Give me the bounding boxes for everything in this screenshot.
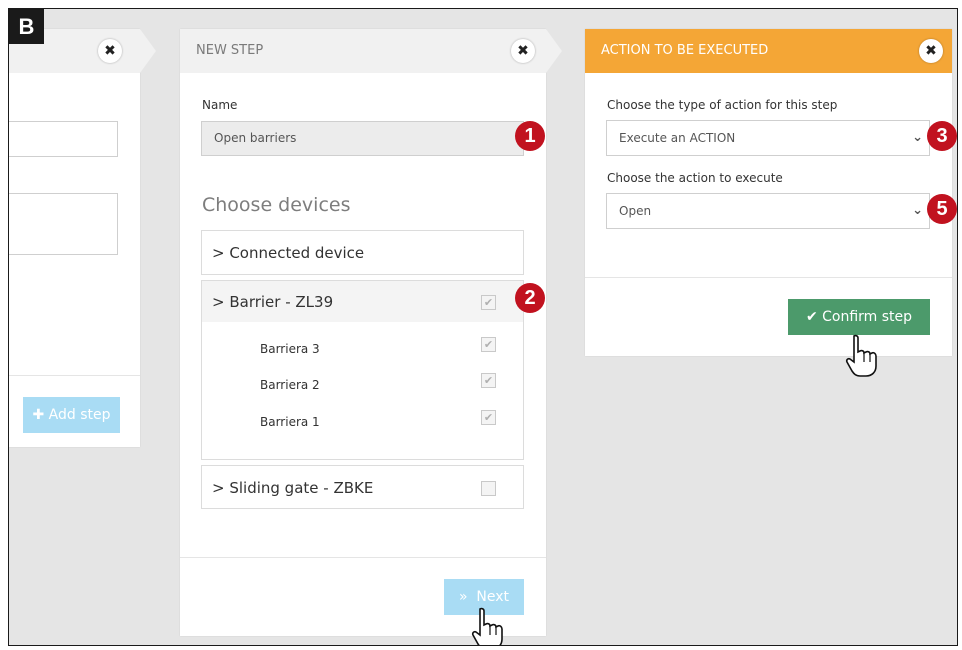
barriera-1-checkbox[interactable]: ✔ xyxy=(481,410,496,425)
previous-name-field[interactable] xyxy=(9,121,118,157)
divider xyxy=(9,375,140,376)
barriera-1-label: Barriera 1 xyxy=(260,415,320,429)
figure-label: B xyxy=(9,9,44,44)
chevron-down-icon: ⌄ xyxy=(912,203,923,218)
action-panel: ACTION TO BE EXECUTED ✖ Choose the type … xyxy=(585,29,952,356)
check-icon: ✔ xyxy=(483,338,494,351)
name-field[interactable]: Open barriers xyxy=(201,121,524,156)
device-barrier-group: > Barrier - ZL39 ✔ Barriera 3 ✔ Barriera… xyxy=(201,280,524,460)
action-select-label: Choose the action to execute xyxy=(607,171,783,185)
new-step-panel: NEW STEP ✖ Name Open barriers Choose dev… xyxy=(180,29,546,636)
new-step-header: NEW STEP xyxy=(180,29,546,73)
check-icon: ✔ xyxy=(483,374,494,387)
check-icon: ✔ xyxy=(483,411,494,424)
device-barrier-header[interactable]: > Barrier - ZL39 ✔ xyxy=(202,281,523,322)
screenshot-frame: B ✖ ✚ Add step NEW STEP ✖ Name Open barr… xyxy=(8,8,958,646)
action-select[interactable]: Open ⌄ xyxy=(606,193,930,229)
plus-icon: ✚ xyxy=(32,407,49,423)
step-badge-5: 5 xyxy=(927,194,957,224)
barriera-3-label: Barriera 3 xyxy=(260,342,320,356)
sliding-gate-checkbox[interactable] xyxy=(481,481,496,496)
check-icon: ✔ xyxy=(483,296,494,309)
barriera-3-checkbox[interactable]: ✔ xyxy=(481,337,496,352)
device-sliding-gate[interactable]: > Sliding gate - ZBKE xyxy=(201,465,524,509)
action-type-label: Choose the type of action for this step xyxy=(607,98,838,112)
close-icon[interactable]: ✖ xyxy=(98,39,122,63)
double-chevron-icon: » xyxy=(458,589,468,605)
previous-description-field[interactable] xyxy=(9,193,118,255)
step-badge-2: 2 xyxy=(515,283,545,313)
name-label: Name xyxy=(202,98,238,112)
divider xyxy=(585,277,952,278)
hand-pointer-icon xyxy=(845,334,877,377)
choose-devices-heading: Choose devices xyxy=(202,194,351,216)
action-type-select[interactable]: Execute an ACTION ⌄ xyxy=(606,120,930,156)
barrier-checkbox[interactable]: ✔ xyxy=(481,295,496,310)
close-icon[interactable]: ✖ xyxy=(511,39,535,63)
previous-panel: ✖ ✚ Add step xyxy=(9,29,140,447)
device-connected[interactable]: > Connected device xyxy=(201,230,524,275)
divider xyxy=(180,557,546,558)
confirm-step-button[interactable]: ✔ Confirm step xyxy=(788,299,930,335)
barriera-2-checkbox[interactable]: ✔ xyxy=(481,373,496,388)
chevron-down-icon: ⌄ xyxy=(912,130,923,145)
step-badge-3: 3 xyxy=(927,121,957,151)
panel-arrow xyxy=(140,29,156,73)
barriera-2-label: Barriera 2 xyxy=(260,378,320,392)
step-badge-1: 1 xyxy=(515,121,545,151)
add-step-button[interactable]: ✚ Add step xyxy=(23,397,120,433)
action-header: ACTION TO BE EXECUTED xyxy=(585,29,952,73)
close-icon[interactable]: ✖ xyxy=(919,39,943,63)
hand-pointer-icon xyxy=(471,607,503,645)
check-icon: ✔ xyxy=(805,309,818,325)
panel-arrow xyxy=(546,29,562,73)
